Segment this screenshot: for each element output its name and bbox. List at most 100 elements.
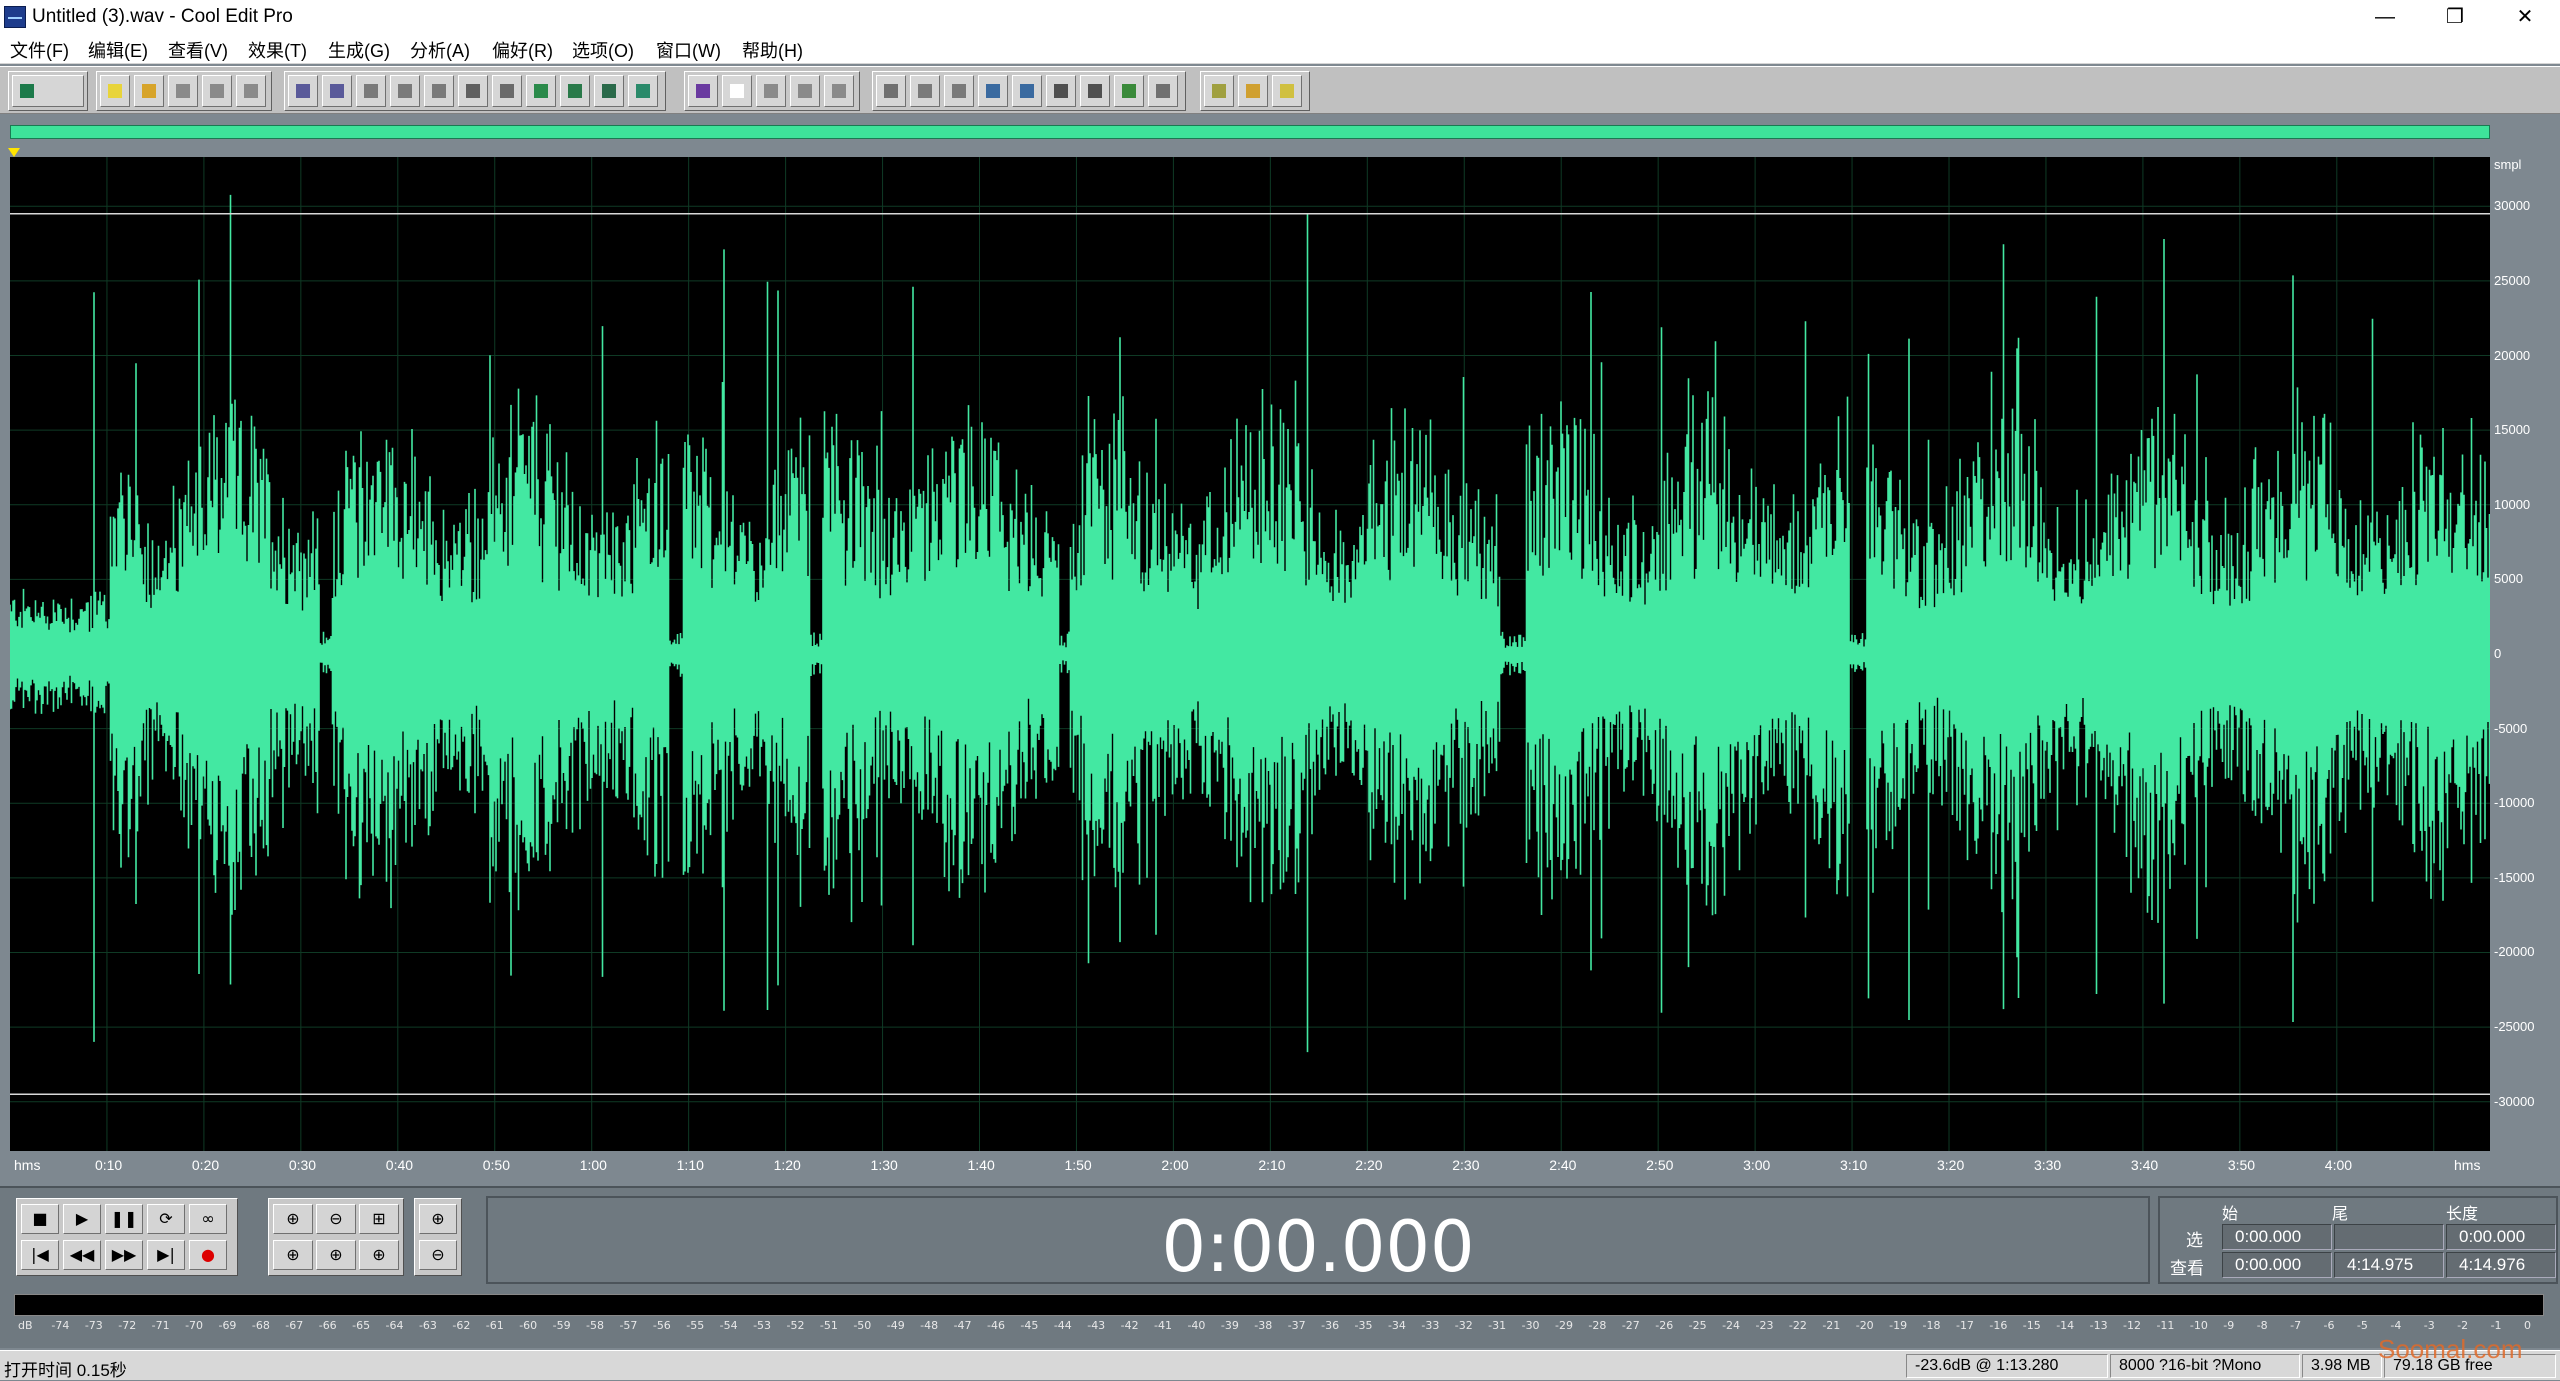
meter-tick-label: -63 [418, 1319, 437, 1332]
menu-view[interactable]: 查看(V) [168, 37, 228, 63]
meter-tick-label: -21 [1822, 1319, 1841, 1332]
overview-bar[interactable] [10, 125, 2490, 139]
go-to-start-button[interactable]: |◀ [21, 1240, 59, 1270]
save-icon[interactable] [168, 75, 198, 107]
zoom-full-icon[interactable]: ⊞ [359, 1204, 399, 1234]
menu-window[interactable]: 窗口(W) [656, 37, 721, 63]
menu-effects[interactable]: 效果(T) [248, 37, 307, 63]
meter-tick-label: dB [18, 1319, 33, 1332]
multitrack-icon[interactable] [12, 75, 84, 107]
meter-icon[interactable] [1114, 75, 1144, 107]
cut-icon[interactable] [458, 75, 488, 107]
zoom-selection-icon[interactable]: ⊕ [359, 1240, 399, 1270]
play-to-end-button[interactable]: ⟳ [147, 1204, 185, 1234]
mix-paste-icon[interactable] [560, 75, 590, 107]
save-as-icon[interactable] [202, 75, 232, 107]
selection-end-field[interactable] [2334, 1224, 2444, 1250]
help-icon[interactable] [1272, 75, 1302, 107]
amplitude-tick-label: -15000 [2494, 869, 2535, 885]
marker-icon[interactable] [944, 75, 974, 107]
play-icon[interactable] [978, 75, 1008, 107]
menu-help[interactable]: 帮助(H) [742, 37, 803, 63]
trim-icon[interactable] [594, 75, 624, 107]
fast-forward-button[interactable]: ▶▶ [105, 1240, 143, 1270]
meter-tick-label: -28 [1588, 1319, 1607, 1332]
meter-tick-label: -44 [1053, 1319, 1072, 1332]
zoom-tool-icon[interactable] [1012, 75, 1042, 107]
menu-generate[interactable]: 生成(G) [328, 37, 390, 63]
record-button[interactable]: ● [189, 1240, 227, 1270]
time-format-icon[interactable] [1046, 75, 1076, 107]
time-tick-label: 2:40 [1549, 1157, 1577, 1173]
cue-list-icon[interactable] [756, 75, 786, 107]
open-icon[interactable] [134, 75, 164, 107]
script-icon[interactable] [1238, 75, 1268, 107]
menu-edit[interactable]: 编辑(E) [88, 37, 148, 63]
view-length-field[interactable]: 4:14.976 [2446, 1252, 2556, 1278]
pause-button[interactable]: ❚❚ [105, 1204, 143, 1234]
redo-icon[interactable] [322, 75, 352, 107]
menu-analyze[interactable]: 分析(A) [410, 37, 470, 63]
vertical-zoom-in-icon[interactable]: ⊕ [419, 1204, 457, 1234]
zoom-out-icon[interactable]: ⊖ [316, 1204, 356, 1234]
menu-file[interactable]: 文件(F) [10, 37, 69, 63]
paste-icon[interactable] [492, 75, 522, 107]
edit-view-icon[interactable] [910, 75, 940, 107]
vertical-zoom-out-icon[interactable]: ⊖ [419, 1240, 457, 1270]
toolbar-group-file [96, 71, 272, 111]
grid-icon[interactable] [1080, 75, 1110, 107]
spectral-view-icon[interactable] [688, 75, 718, 107]
status-icon[interactable] [1148, 75, 1178, 107]
repeat-icon[interactable] [356, 75, 386, 107]
meter-tick-label: -42 [1120, 1319, 1139, 1332]
app-icon[interactable] [4, 6, 26, 28]
meter-tick-label: -41 [1154, 1319, 1173, 1332]
play-list-icon[interactable] [790, 75, 820, 107]
selection-begin-field[interactable]: 0:00.000 [2222, 1224, 2332, 1250]
zoom-right-icon[interactable]: ⊕ [316, 1240, 356, 1270]
menu-favorites[interactable]: 偏好(R) [492, 37, 553, 63]
copy-icon[interactable] [424, 75, 454, 107]
time-ruler: hms 0:10 0:20 0:30 0:40 0:50 1:00 1:10 1:20 1:30 1… [10, 1151, 2490, 1179]
length-header: 长度 [2446, 1206, 2479, 1223]
copy-to-new-icon[interactable] [390, 75, 420, 107]
restore-button[interactable]: ❐ [2420, 0, 2490, 34]
playhead-marker-icon[interactable] [8, 148, 20, 157]
graph-icon[interactable] [722, 75, 752, 107]
meter-tick-label: -70 [185, 1319, 204, 1332]
close-button[interactable]: ✕ [2490, 0, 2560, 34]
waveform-svg [10, 157, 2490, 1151]
amplitude-ruler: smpl 30000 25000 20000 15000 10000 5000 0 -5000 -… [2490, 157, 2560, 1151]
selection-length-field[interactable]: 0:00.000 [2446, 1224, 2556, 1250]
meter-tick-label: -52 [786, 1319, 805, 1332]
waveform-display[interactable] [10, 157, 2490, 1151]
meter-tick-label: -9 [2223, 1319, 2235, 1332]
undo-icon[interactable] [288, 75, 318, 107]
view-end-field[interactable]: 4:14.975 [2334, 1252, 2444, 1278]
settings-icon[interactable] [1204, 75, 1234, 107]
go-to-end-button[interactable]: ▶| [147, 1240, 185, 1270]
meter-tick-label: -37 [1287, 1319, 1306, 1332]
meter-tick-label: -60 [519, 1319, 538, 1332]
zoom-left-icon[interactable]: ⊕ [273, 1240, 313, 1270]
loop-button[interactable]: ∞ [189, 1204, 227, 1234]
close-file-icon[interactable] [236, 75, 266, 107]
view-begin-field[interactable]: 0:00.000 [2222, 1252, 2332, 1278]
crop-icon[interactable] [628, 75, 658, 107]
info-icon[interactable] [824, 75, 854, 107]
meter-tick-label: -64 [385, 1319, 404, 1332]
play-button[interactable]: ▶ [63, 1204, 101, 1234]
waveform-view-icon[interactable] [876, 75, 906, 107]
meter-tick-label: -27 [1621, 1319, 1640, 1332]
stop-button[interactable]: ■ [21, 1204, 59, 1234]
menu-options[interactable]: 选项(O) [572, 37, 634, 63]
toolbar-group-display [872, 71, 1186, 111]
meter-tick-label: -26 [1655, 1319, 1674, 1332]
paste-new-icon[interactable] [526, 75, 556, 107]
rewind-button[interactable]: ◀◀ [63, 1240, 101, 1270]
new-icon[interactable] [100, 75, 130, 107]
zoom-in-icon[interactable]: ⊕ [273, 1204, 313, 1234]
meter-tick-label: -68 [251, 1319, 270, 1332]
minimize-button[interactable]: — [2350, 0, 2420, 34]
time-tick-label: 1:00 [579, 1157, 607, 1173]
